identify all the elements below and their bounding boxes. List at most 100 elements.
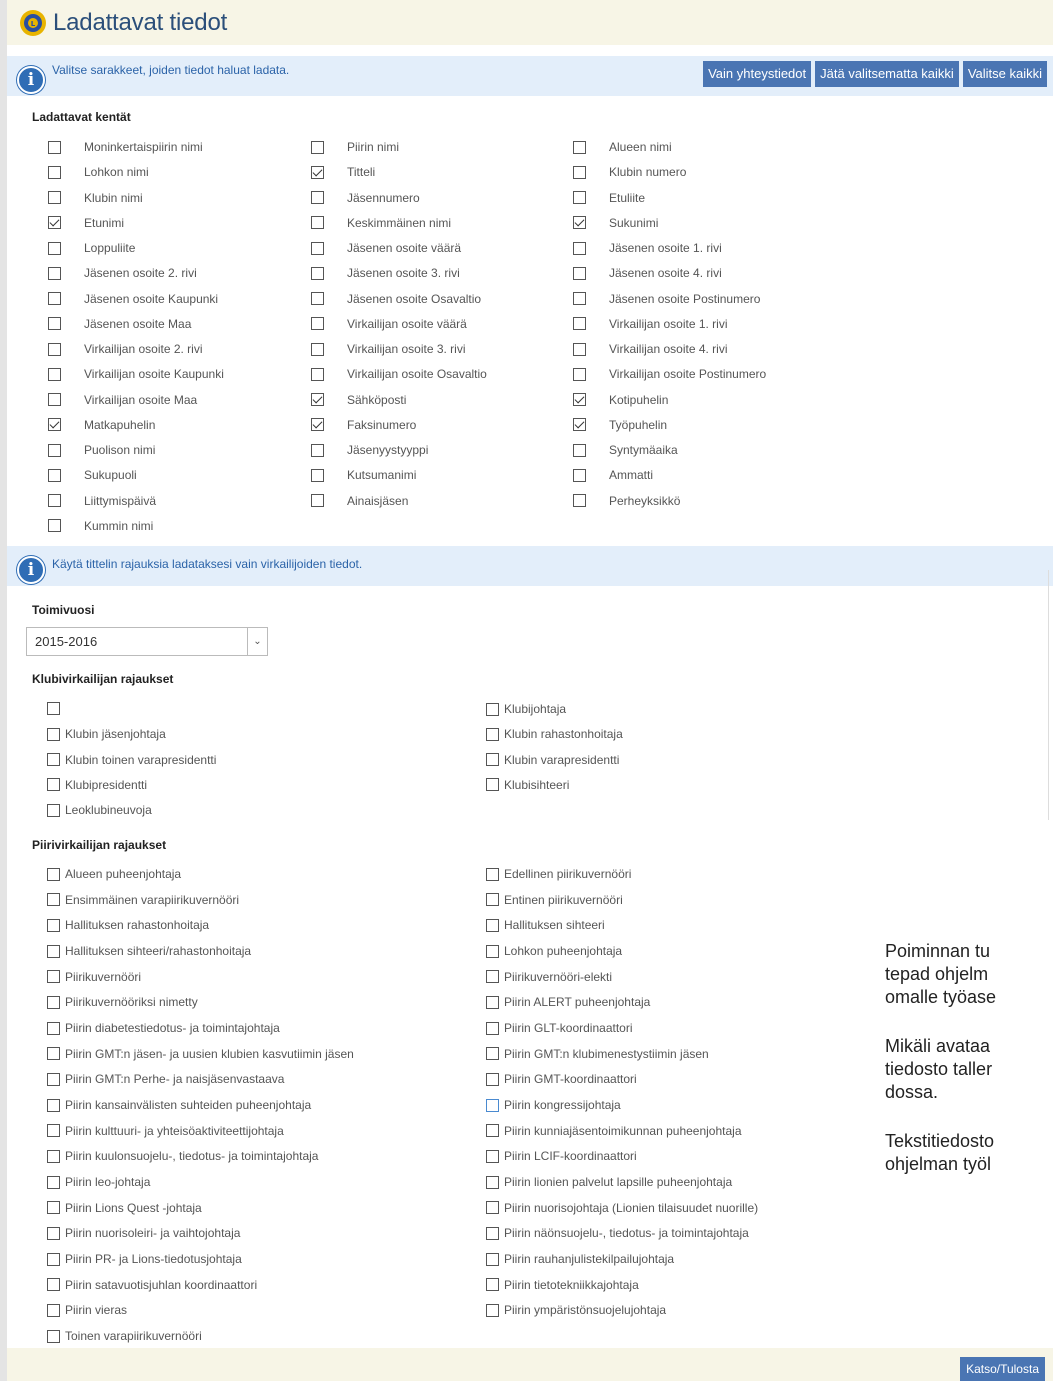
filter-checkbox-item[interactable]: Piirin GLT-koordinaattori [486, 1021, 633, 1035]
checkbox[interactable] [311, 165, 324, 179]
field-checkbox-item[interactable]: Jäsennumero [311, 191, 420, 205]
deselect-all-button[interactable]: Jätä valitsematta kaikki [815, 61, 959, 87]
field-checkbox-item[interactable]: Etuliite [573, 191, 645, 205]
checkbox[interactable] [47, 918, 60, 932]
checkbox[interactable] [486, 867, 499, 881]
filter-checkbox-item[interactable]: Klubipresidentti [47, 778, 147, 792]
checkbox[interactable] [311, 342, 324, 356]
checkbox[interactable] [486, 1175, 499, 1189]
filter-checkbox-item[interactable]: Toinen varapiirikuvernööri [47, 1329, 202, 1343]
field-checkbox-item[interactable]: Liittymispäivä [48, 494, 156, 508]
checkbox[interactable] [311, 241, 324, 255]
field-checkbox-item[interactable]: Sähköposti [311, 393, 406, 407]
filter-checkbox-item[interactable]: Piirin tietotekniikkajohtaja [486, 1278, 639, 1292]
filter-checkbox-item[interactable]: Leoklubineuvoja [47, 803, 152, 817]
field-checkbox-item[interactable]: Keskimmäinen nimi [311, 216, 451, 230]
checkbox[interactable] [311, 317, 324, 331]
filter-checkbox-item[interactable]: Piirin kunniajäsentoimikunnan puheenjoht… [486, 1124, 742, 1138]
checkbox[interactable] [47, 1072, 60, 1086]
filter-checkbox-item[interactable]: Piirin kongressijohtaja [486, 1098, 621, 1112]
checkbox[interactable] [311, 494, 324, 507]
field-checkbox-item[interactable]: Kummin nimi [48, 519, 153, 533]
checkbox[interactable] [47, 753, 60, 766]
checkbox[interactable] [486, 702, 499, 716]
filter-checkbox-item[interactable]: Piirin kulttuuri- ja yhteisöaktiviteetti… [47, 1124, 284, 1138]
field-checkbox-item[interactable]: Virkailijan osoite Osavaltio [311, 367, 487, 381]
checkbox[interactable] [573, 468, 586, 482]
checkbox[interactable] [48, 519, 61, 533]
field-checkbox-item[interactable]: Jäsenen osoite 3. rivi [311, 266, 460, 280]
field-checkbox-item[interactable]: Virkailijan osoite 2. rivi [48, 342, 203, 356]
checkbox[interactable] [486, 1303, 499, 1317]
field-checkbox-item[interactable]: Jäsenen osoite Kaupunki [48, 292, 218, 306]
checkbox[interactable] [486, 893, 499, 907]
filter-checkbox-item[interactable]: Lohkon puheenjohtaja [486, 944, 622, 958]
filter-checkbox-item[interactable]: Entinen piirikuvernööri [486, 893, 623, 907]
checkbox[interactable] [486, 753, 499, 766]
checkbox[interactable] [486, 1278, 499, 1292]
field-checkbox-item[interactable]: Klubin nimi [48, 191, 143, 205]
filter-checkbox-item[interactable]: Piirin ALERT puheenjohtaja [486, 995, 650, 1009]
checkbox[interactable] [47, 1303, 60, 1317]
filter-checkbox-item[interactable]: Piirin nuorisojohtaja (Lionien tilaisuud… [486, 1201, 758, 1215]
checkbox[interactable] [47, 1201, 60, 1215]
filter-checkbox-item[interactable]: Piirin GMT-koordinaattori [486, 1072, 637, 1086]
field-checkbox-item[interactable]: Jäsenen osoite 1. rivi [573, 241, 722, 255]
field-checkbox-item[interactable]: Jäsenyystyyppi [311, 443, 428, 457]
field-checkbox-item[interactable]: Virkailijan osoite Postinumero [573, 367, 766, 381]
field-checkbox-item[interactable]: Alueen nimi [573, 140, 672, 154]
checkbox[interactable] [47, 1252, 60, 1266]
checkbox[interactable] [311, 140, 324, 154]
field-checkbox-item[interactable]: Sukunimi [573, 216, 658, 230]
filter-checkbox-item[interactable]: Piirin nuorisoleiri- ja vaihtojohtaja [47, 1226, 240, 1240]
checkbox[interactable] [48, 468, 61, 482]
checkbox[interactable] [486, 918, 499, 932]
filter-checkbox-item[interactable]: Klubin rahastonhoitaja [486, 727, 623, 741]
filter-checkbox-item[interactable]: Ensimmäinen varapiirikuvernööri [47, 893, 239, 907]
checkbox[interactable] [573, 140, 586, 154]
field-checkbox-item[interactable]: Virkailijan osoite Kaupunki [48, 367, 224, 381]
filter-checkbox-item[interactable]: Piirikuvernööri-elekti [486, 970, 612, 984]
field-checkbox-item[interactable]: Titteli [311, 165, 375, 179]
field-checkbox-item[interactable]: Kotipuhelin [573, 393, 668, 407]
field-checkbox-item[interactable]: Virkailijan osoite väärä [311, 317, 467, 331]
checkbox[interactable] [48, 367, 61, 381]
checkbox[interactable] [486, 970, 499, 984]
checkbox[interactable] [47, 1124, 60, 1138]
checkbox[interactable] [486, 1047, 499, 1061]
filter-checkbox-item[interactable]: Piirin LCIF-koordinaattori [486, 1149, 637, 1163]
checkbox[interactable] [47, 867, 60, 881]
checkbox[interactable] [48, 494, 61, 507]
checkbox[interactable] [573, 216, 586, 230]
checkbox[interactable] [573, 241, 586, 255]
filter-checkbox-item[interactable]: Piirin GMT:n klubimenestystiimin jäsen [486, 1047, 709, 1061]
contacts-only-button[interactable]: Vain yhteystiedot [703, 61, 812, 87]
checkbox[interactable] [48, 292, 61, 305]
checkbox[interactable] [47, 1175, 60, 1189]
checkbox[interactable] [573, 292, 586, 305]
checkbox[interactable] [47, 1047, 60, 1061]
filter-checkbox-item[interactable]: Piirin satavuotisjuhlan koordinaattori [47, 1278, 257, 1292]
checkbox[interactable] [573, 418, 586, 432]
checkbox[interactable] [48, 191, 61, 204]
checkbox[interactable] [48, 140, 61, 154]
checkbox[interactable] [573, 317, 586, 331]
checkbox[interactable] [573, 494, 586, 507]
checkbox[interactable] [486, 944, 499, 958]
checkbox[interactable] [47, 944, 60, 958]
checkbox[interactable] [311, 191, 324, 204]
checkbox[interactable] [486, 1098, 499, 1112]
field-checkbox-item[interactable]: Loppuliite [48, 241, 135, 255]
field-checkbox-item[interactable]: Jäsenen osoite Postinumero [573, 292, 760, 306]
field-checkbox-item[interactable]: Jäsenen osoite Maa [48, 317, 191, 331]
filter-checkbox-item[interactable]: Piirin ympäristönsuojelujohtaja [486, 1303, 666, 1317]
filter-checkbox-item[interactable]: Hallituksen rahastonhoitaja [47, 918, 209, 932]
field-checkbox-item[interactable]: Virkailijan osoite 1. rivi [573, 317, 728, 331]
checkbox[interactable] [573, 367, 586, 381]
checkbox[interactable] [573, 165, 586, 179]
filter-checkbox-item[interactable]: Klubin jäsenjohtaja [47, 727, 166, 741]
field-checkbox-item[interactable]: Virkailijan osoite Maa [48, 393, 197, 407]
checkbox[interactable] [311, 367, 324, 381]
checkbox[interactable] [486, 1072, 499, 1086]
checkbox[interactable] [573, 443, 586, 457]
